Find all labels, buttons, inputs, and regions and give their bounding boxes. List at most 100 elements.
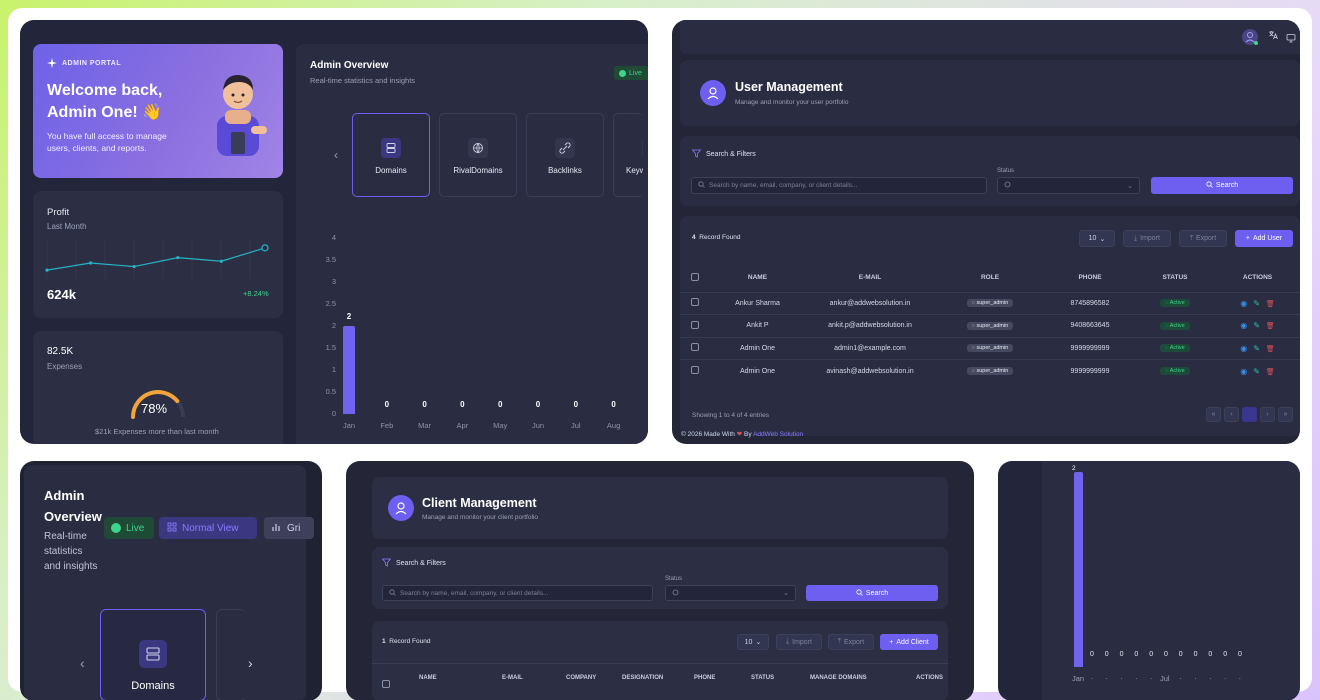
upload-icon: ⤒ (1189, 234, 1193, 242)
search-button[interactable]: Search (1151, 177, 1293, 194)
profit-change: +8.24% (243, 289, 269, 298)
users-table-card: 4 Record Found 10 ⌄ ⤓ Import ⤒ Export + … (680, 216, 1300, 436)
next-page-button[interactable]: › (1260, 407, 1275, 422)
client-search-input[interactable]: Search by name, email, company, or clien… (382, 585, 653, 601)
bar-value-label: 0 (384, 400, 390, 409)
table-row[interactable]: Admin One admin1@example.com ◌ super_admin… (680, 336, 1300, 360)
table-row[interactable]: Ankur Sharma ankur@addwebsolution.in ◌ sup… (680, 291, 1300, 315)
current-page-button[interactable]: 1 (1242, 407, 1257, 422)
live-toggle[interactable]: Live (614, 66, 648, 80)
col-role[interactable]: ROLE (935, 264, 1045, 292)
client-col-status[interactable]: STATUS (751, 675, 774, 681)
zoomed-tab-domains[interactable]: Domains (100, 609, 206, 700)
row-checkbox[interactable] (691, 298, 699, 307)
zoomed-tab-label: Domains (131, 680, 175, 692)
select-all-checkbox[interactable] (691, 272, 699, 281)
user-avatar[interactable] (1242, 29, 1258, 45)
client-col-company[interactable]: COMPANY (566, 675, 596, 681)
overview-bar-chart: 4 3.5 3 2.5 2 1.5 1 0.5 0 2 Jan 0 Feb 0 Mar 0 Apr 0 May 0 Ju… (316, 224, 636, 444)
table-row[interactable]: Admin One avinash@addwebsolution.in ◌ supe… (680, 359, 1300, 382)
status-select[interactable]: ⌄ (997, 177, 1140, 194)
col-phone[interactable]: PHONE (1045, 264, 1135, 292)
footer-link[interactable]: AddWeb Solution (753, 431, 803, 438)
profit-trend-point (219, 259, 223, 263)
tab-keyw[interactable]: Keyw (613, 113, 643, 197)
edit-icon[interactable]: ✎ (1253, 344, 1260, 353)
tab-domains[interactable]: Domains (352, 113, 430, 197)
client-col-manage-domains[interactable]: MANAGE DOMAINS (810, 675, 867, 681)
edit-icon[interactable]: ✎ (1253, 321, 1260, 330)
zoomed-x-tick-dot: . (1179, 672, 1182, 681)
zoomed-chart-card: 2 0 0 0 0 0 0 0 0 0 0 0 .......... Jan Jul (1042, 461, 1300, 700)
client-col-name[interactable]: NAME (419, 675, 437, 681)
status-badge: ◌ Active (1160, 321, 1190, 330)
col-name[interactable]: NAME (710, 264, 805, 292)
search-icon (698, 181, 705, 190)
normal-view-button[interactable]: Normal View (159, 517, 257, 539)
client-page-size-select[interactable]: 10 ⌄ (737, 634, 769, 650)
status-circle-icon (672, 589, 679, 598)
divider (372, 663, 948, 664)
view-eye-icon[interactable]: ◉ (1240, 367, 1247, 376)
col-status[interactable]: STATUS (1135, 264, 1215, 292)
delete-trash-icon[interactable]: 🗑 (1266, 323, 1275, 330)
client-status-select[interactable]: ⌄ (665, 585, 796, 601)
view-eye-icon[interactable]: ◉ (1240, 321, 1247, 330)
profit-sparkline (45, 239, 269, 279)
expenses-label: Expenses (47, 362, 83, 371)
client-search-button[interactable]: Search (806, 585, 938, 601)
zoomed-live-toggle[interactable]: Live (104, 517, 154, 539)
grid-view-button[interactable]: Gri (264, 517, 314, 539)
upload-icon: ⤒ (837, 638, 841, 645)
last-page-button[interactable]: » (1278, 407, 1293, 422)
zoomed-overview-subtitle: Real-time statistics and insights (44, 529, 97, 574)
col-email[interactable]: E-MAIL (805, 264, 935, 292)
client-col-actions[interactable]: ACTIONS (916, 675, 943, 681)
table-row[interactable]: Ankit Pankit.p@addwebsolution.in ◌ super_… (680, 314, 1300, 337)
user-name: Ankur Sharma (710, 291, 805, 315)
delete-trash-icon[interactable]: 🗑 (1266, 301, 1275, 308)
import-button[interactable]: ⤓ Import (1123, 230, 1171, 247)
client-import-button[interactable]: ⤓ Import (776, 634, 822, 650)
tab-backlinks[interactable]: Backlinks (526, 113, 604, 197)
profit-trend-line (46, 247, 266, 271)
y-tick-label: 0 (331, 409, 336, 418)
view-eye-icon[interactable]: ◉ (1240, 344, 1247, 353)
role-badge: ◌ super_admin (966, 299, 1014, 308)
page-size-select[interactable]: 10 ⌄ (1079, 230, 1115, 247)
client-select-all-checkbox[interactable] (382, 675, 390, 693)
client-col-e-mail[interactable]: E-MAIL (502, 675, 523, 681)
tab-rivaldomains[interactable]: RivalDomains (439, 113, 517, 197)
client-search-heading: Search & Filters (381, 558, 446, 569)
row-checkbox[interactable] (691, 366, 699, 374)
carousel-prev-icon[interactable]: ‹ (334, 148, 338, 162)
role-text: super_admin (976, 368, 1009, 374)
status-badge: ◌ Active (1160, 344, 1190, 353)
add-user-button[interactable]: + Add User (1235, 230, 1293, 247)
client-col-designation[interactable]: DESIGNATION (622, 675, 663, 681)
first-page-button[interactable]: « (1206, 407, 1221, 422)
search-input[interactable]: Search by name, email, company, or clien… (691, 177, 987, 194)
zoomed-sub-line1: Real-time (44, 531, 87, 542)
zoomed-zero-label: 0 (1164, 651, 1168, 658)
client-col-phone[interactable]: PHONE (694, 675, 715, 681)
add-client-button[interactable]: + Add Client (880, 634, 938, 650)
zoomed-next-icon[interactable]: › (248, 655, 253, 671)
delete-trash-icon[interactable]: 🗑 (1266, 346, 1275, 353)
row-checkbox[interactable] (691, 320, 699, 329)
view-eye-icon[interactable]: ◉ (1240, 299, 1247, 308)
edit-icon[interactable]: ✎ (1253, 367, 1260, 376)
zoomed-prev-icon[interactable]: ‹ (80, 655, 85, 671)
monitor-icon[interactable] (1286, 30, 1296, 48)
zoomed-sub-line2: statistics (44, 546, 83, 557)
prev-page-button[interactable]: ‹ (1224, 407, 1239, 422)
client-export-button[interactable]: ⤒ Export (828, 634, 874, 650)
search-placeholder: Search by name, email, company, or clien… (709, 182, 858, 189)
search-button-label: Search (1215, 182, 1239, 189)
client-status-label: Status (665, 576, 683, 582)
row-checkbox[interactable] (691, 343, 699, 352)
export-button[interactable]: ⤒ Export (1179, 230, 1227, 247)
edit-icon[interactable]: ✎ (1253, 299, 1260, 308)
delete-trash-icon[interactable]: 🗑 (1266, 369, 1275, 376)
translate-icon[interactable] (1268, 30, 1278, 42)
